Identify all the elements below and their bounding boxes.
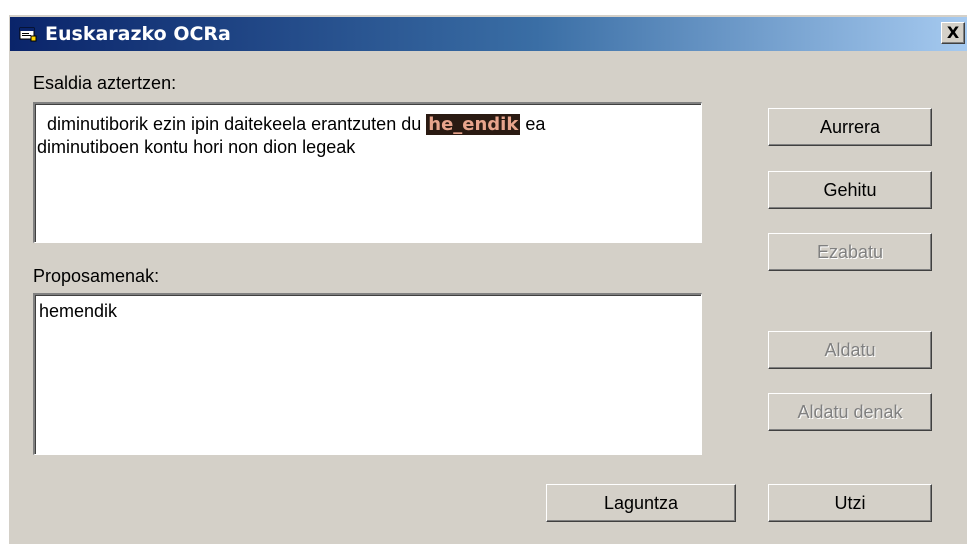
ezabatu-button[interactable]: Ezabatu — [768, 233, 932, 271]
title-bar[interactable]: Euskarazko OCRa X — [10, 17, 967, 51]
utzi-button[interactable]: Utzi — [768, 484, 932, 522]
highlighted-word[interactable]: he_endik — [426, 114, 521, 135]
sentence-label: Esaldia aztertzen: — [33, 73, 177, 93]
sentence-line-1: diminutiborik ezin ipin daitekeela erant… — [47, 113, 545, 136]
laguntza-button[interactable]: Laguntza — [546, 484, 736, 522]
gehitu-button[interactable]: Gehitu — [768, 171, 932, 209]
dialog-window: Euskarazko OCRa X Esaldia aztertzen: dim… — [8, 14, 967, 544]
proposals-listbox[interactable]: hemendik — [33, 293, 702, 455]
close-button[interactable]: X — [941, 22, 965, 44]
close-icon: X — [946, 23, 960, 42]
aurrera-button[interactable]: Aurrera — [768, 108, 932, 146]
sentence-text-after: ea — [525, 114, 546, 134]
sentence-line-2: diminutiboen kontu hori non dion legeak — [37, 137, 356, 157]
app-window-icon — [19, 26, 37, 42]
proposals-label: Proposamenak: — [33, 266, 160, 286]
aldatu-button[interactable]: Aldatu — [768, 331, 932, 369]
sentence-textbox[interactable]: diminutiborik ezin ipin daitekeela erant… — [33, 102, 702, 243]
aldatu-denak-button[interactable]: Aldatu denak — [768, 393, 932, 431]
sentence-text-before: diminutiborik ezin ipin daitekeela erant… — [47, 114, 422, 134]
window-title: Euskarazko OCRa — [45, 23, 231, 45]
proposal-item[interactable]: hemendik — [39, 300, 117, 323]
